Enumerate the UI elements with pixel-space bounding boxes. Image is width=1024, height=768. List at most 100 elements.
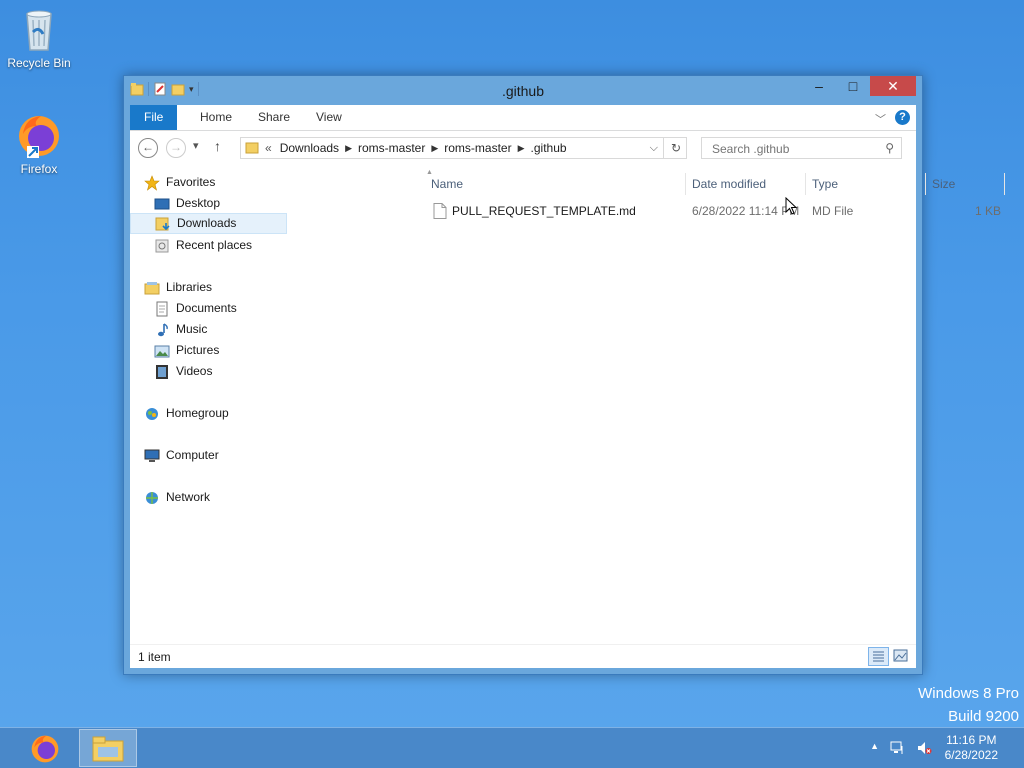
column-header-type[interactable]: Type — [803, 173, 922, 195]
explorer-window: ▾ .github – □ ✕ File Home Share View ﹀ ?… — [123, 75, 1005, 675]
chevron-right-icon[interactable]: ▶ — [518, 143, 525, 154]
nav-label: Pictures — [176, 343, 220, 357]
address-dropdown-icon[interactable]: ⌵ — [650, 142, 658, 155]
expand-ribbon-icon[interactable]: ﹀ — [875, 111, 886, 127]
homegroup-icon — [144, 406, 160, 422]
refresh-button[interactable]: ↻ — [663, 137, 688, 159]
nav-downloads[interactable]: Downloads — [130, 213, 287, 234]
recent-locations-button[interactable]: ▾ — [193, 139, 199, 152]
file-list: ▲ Name Date modified Type Size PULL_REQU… — [298, 167, 1005, 645]
nav-label: Music — [176, 322, 208, 336]
tab-home[interactable]: Home — [186, 105, 246, 130]
tab-file[interactable]: File — [130, 105, 178, 130]
volume-muted-icon[interactable] — [916, 740, 932, 759]
nav-label: Documents — [176, 301, 237, 315]
close-button[interactable]: ✕ — [870, 76, 916, 96]
column-divider[interactable] — [1004, 173, 1005, 195]
help-icon[interactable]: ? — [895, 110, 910, 125]
nav-label: Desktop — [176, 196, 221, 210]
recycle-bin-icon — [15, 6, 63, 54]
clock-date: 6/28/2022 — [944, 748, 998, 762]
column-header-size[interactable]: Size — [923, 173, 1002, 195]
maximize-button[interactable]: □ — [836, 76, 870, 96]
search-icon[interactable]: ⚲ — [885, 141, 894, 155]
libraries-icon — [144, 280, 160, 296]
chevron-right-icon[interactable]: ▶ — [431, 143, 438, 154]
forward-button[interactable]: → — [166, 138, 186, 158]
star-icon — [144, 174, 160, 191]
address-bar[interactable]: « Downloads ▶ roms-master ▶ roms-master … — [240, 137, 687, 159]
column-header-date-modified[interactable]: Date modified — [683, 173, 802, 195]
desktop-icon-recycle-bin[interactable]: Recycle Bin — [4, 6, 74, 70]
desktop-icon-firefox[interactable]: Firefox — [4, 112, 74, 176]
pictures-icon — [154, 343, 170, 359]
nav-label: Homegroup — [166, 406, 229, 420]
file-icon — [433, 203, 447, 225]
breadcrumb-downloads[interactable]: Downloads — [280, 141, 339, 155]
downloads-icon — [155, 216, 171, 232]
nav-recent-places[interactable]: Recent places — [154, 235, 252, 256]
show-hidden-icons-icon[interactable]: ▲ — [870, 741, 879, 751]
nav-documents[interactable]: Documents — [154, 298, 237, 319]
file-row[interactable]: PULL_REQUEST_TEMPLATE.md 6/28/2022 11:14… — [298, 201, 1001, 221]
nav-label: Network — [166, 490, 211, 504]
clock[interactable]: 11:16 PM 6/28/2022 — [945, 733, 998, 763]
nav-favorites[interactable]: Favorites — [144, 172, 215, 193]
content-area: Favorites Desktop Downloads Recent place… — [130, 167, 1005, 645]
details-view-button[interactable] — [868, 647, 889, 666]
clock-time: 11:16 PM — [946, 733, 997, 747]
nav-pictures[interactable]: Pictures — [154, 340, 219, 361]
tab-view[interactable]: View — [302, 105, 356, 130]
column-header-name[interactable]: Name — [422, 173, 686, 195]
file-explorer-icon — [92, 735, 124, 766]
nav-label: Videos — [176, 364, 213, 378]
taskbar-file-explorer-button[interactable] — [79, 729, 137, 767]
minimize-button[interactable]: – — [802, 76, 836, 96]
item-count: 1 item — [138, 650, 171, 664]
large-icons-view-button[interactable] — [891, 647, 912, 666]
recycle-bin-label: Recycle Bin — [7, 56, 71, 70]
recent-places-icon — [154, 238, 170, 254]
chevron-right-icon[interactable]: ▶ — [345, 143, 352, 154]
network-icon — [144, 490, 160, 506]
desktop-icon — [154, 196, 170, 212]
windows-build-text: Build 9200 — [948, 708, 1019, 725]
nav-label: Libraries — [166, 280, 213, 294]
navigation-pane: Favorites Desktop Downloads Recent place… — [130, 167, 290, 645]
title-bar[interactable]: ▾ .github – □ ✕ — [124, 76, 922, 105]
nav-libraries[interactable]: Libraries — [144, 277, 212, 298]
taskbar-firefox-button[interactable] — [16, 729, 74, 767]
ribbon: File Home Share View ﹀ ? — [130, 105, 916, 131]
file-date-modified: 6/28/2022 11:14 PM — [692, 204, 800, 218]
network-status-icon[interactable] — [890, 740, 906, 759]
breadcrumb-roms-master-1[interactable]: roms-master — [358, 141, 425, 155]
address-folder-icon — [245, 140, 259, 157]
firefox-icon — [29, 733, 61, 768]
search-box[interactable]: ⚲ — [701, 137, 902, 159]
music-icon — [154, 322, 170, 338]
documents-icon — [154, 301, 170, 317]
breadcrumb-github[interactable]: .github — [531, 141, 567, 155]
tab-share[interactable]: Share — [244, 105, 304, 130]
nav-label: Recent places — [176, 238, 253, 252]
back-button[interactable]: ← — [138, 138, 158, 158]
firefox-label: Firefox — [20, 162, 58, 176]
file-size: 1 KB — [975, 204, 1002, 218]
search-input[interactable] — [710, 141, 874, 157]
nav-music[interactable]: Music — [154, 319, 207, 340]
nav-homegroup[interactable]: Homegroup — [144, 403, 229, 424]
breadcrumb-overflow[interactable]: « — [265, 141, 272, 155]
videos-icon — [154, 364, 170, 380]
file-name[interactable]: PULL_REQUEST_TEMPLATE.md — [452, 201, 636, 221]
status-bar: 1 item — [130, 644, 916, 668]
windows-edition-text: Windows 8 Pro — [918, 685, 1019, 702]
computer-icon — [144, 448, 160, 464]
up-button[interactable]: ↑ — [214, 138, 221, 154]
nav-videos[interactable]: Videos — [154, 361, 212, 382]
breadcrumb-roms-master-2[interactable]: roms-master — [444, 141, 511, 155]
nav-computer[interactable]: Computer — [144, 445, 219, 466]
nav-network[interactable]: Network — [144, 487, 210, 508]
firefox-icon — [15, 112, 63, 160]
file-type: MD File — [812, 204, 854, 218]
nav-desktop[interactable]: Desktop — [154, 193, 220, 214]
